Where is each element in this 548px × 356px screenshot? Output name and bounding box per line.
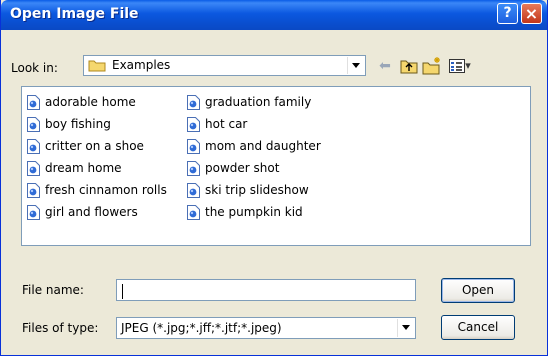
view-menu-icon[interactable]: ▾ <box>445 55 475 77</box>
up-folder-icon[interactable] <box>398 55 420 77</box>
image-file-icon <box>187 161 200 176</box>
file-item[interactable]: ski trip slideshow <box>185 179 321 201</box>
file-type-value: JPEG (*.jpg;*.jff;*.jtf;*.jpeg) <box>121 321 282 335</box>
file-type-label: Files of type: <box>22 321 99 335</box>
file-list[interactable]: adorable home boy fishing critter on a sho… <box>21 86 531 246</box>
new-folder-icon[interactable] <box>421 55 443 77</box>
chevron-down-icon[interactable] <box>397 319 414 337</box>
file-item-label: mom and daughter <box>205 139 321 153</box>
image-file-icon <box>187 117 200 132</box>
file-item-label: dream home <box>45 161 122 175</box>
cancel-button[interactable]: Cancel <box>441 315 515 340</box>
image-file-icon <box>27 117 40 132</box>
image-file-icon <box>27 139 40 154</box>
text-caret <box>122 284 123 299</box>
file-item[interactable]: dream home <box>25 157 167 179</box>
close-button[interactable]: × <box>521 3 542 24</box>
title-bar[interactable]: Open Image File ? × <box>1 0 547 30</box>
file-column-1: adorable home boy fishing critter on a sho… <box>25 91 167 223</box>
file-item[interactable]: boy fishing <box>25 113 167 135</box>
file-item-label: ski trip slideshow <box>205 183 309 197</box>
file-item[interactable]: the pumpkin kid <box>185 201 321 223</box>
image-file-icon <box>187 183 200 198</box>
file-item-label: fresh cinnamon rolls <box>45 183 167 197</box>
image-file-icon <box>27 161 40 176</box>
file-item[interactable]: powder shot <box>185 157 321 179</box>
look-in-value: Examples <box>112 58 171 72</box>
file-item-label: adorable home <box>45 95 136 109</box>
image-file-icon <box>27 183 40 198</box>
file-item-label: the pumpkin kid <box>205 205 303 219</box>
image-file-icon <box>187 205 200 220</box>
file-item-label: hot car <box>205 117 248 131</box>
file-item-label: girl and flowers <box>45 205 138 219</box>
file-item-label: boy fishing <box>45 117 111 131</box>
file-item[interactable]: mom and daughter <box>185 135 321 157</box>
open-image-dialog: Open Image File ? × Look in: Examples ⬅ … <box>0 0 548 356</box>
file-item[interactable]: girl and flowers <box>25 201 167 223</box>
file-type-dropdown[interactable]: JPEG (*.jpg;*.jff;*.jtf;*.jpeg) <box>116 317 416 339</box>
file-item-label: critter on a shoe <box>45 139 144 153</box>
chevron-down-icon[interactable] <box>347 57 364 74</box>
file-item[interactable]: graduation family <box>185 91 321 113</box>
look-in-label: Look in: <box>11 61 58 75</box>
image-file-icon <box>27 95 40 110</box>
image-file-icon <box>187 139 200 154</box>
file-item-label: graduation family <box>205 95 312 109</box>
folder-icon <box>88 60 106 72</box>
back-icon[interactable]: ⬅ <box>374 55 396 77</box>
image-file-icon <box>187 95 200 110</box>
look-in-dropdown[interactable]: Examples <box>83 55 366 76</box>
file-column-2: graduation family hot car mom and daughter… <box>185 91 321 223</box>
dialog-title: Open Image File <box>10 6 139 22</box>
file-item[interactable]: hot car <box>185 113 321 135</box>
file-name-field[interactable] <box>116 279 416 301</box>
file-item[interactable]: adorable home <box>25 91 167 113</box>
view-menu-arrow: ▾ <box>465 59 471 72</box>
image-file-icon <box>27 205 40 220</box>
file-name-label: File name: <box>22 283 84 297</box>
file-item-label: powder shot <box>205 161 280 175</box>
file-item[interactable]: fresh cinnamon rolls <box>25 179 167 201</box>
file-item[interactable]: critter on a shoe <box>25 135 167 157</box>
help-button[interactable]: ? <box>497 3 518 24</box>
open-button[interactable]: Open <box>441 278 515 303</box>
